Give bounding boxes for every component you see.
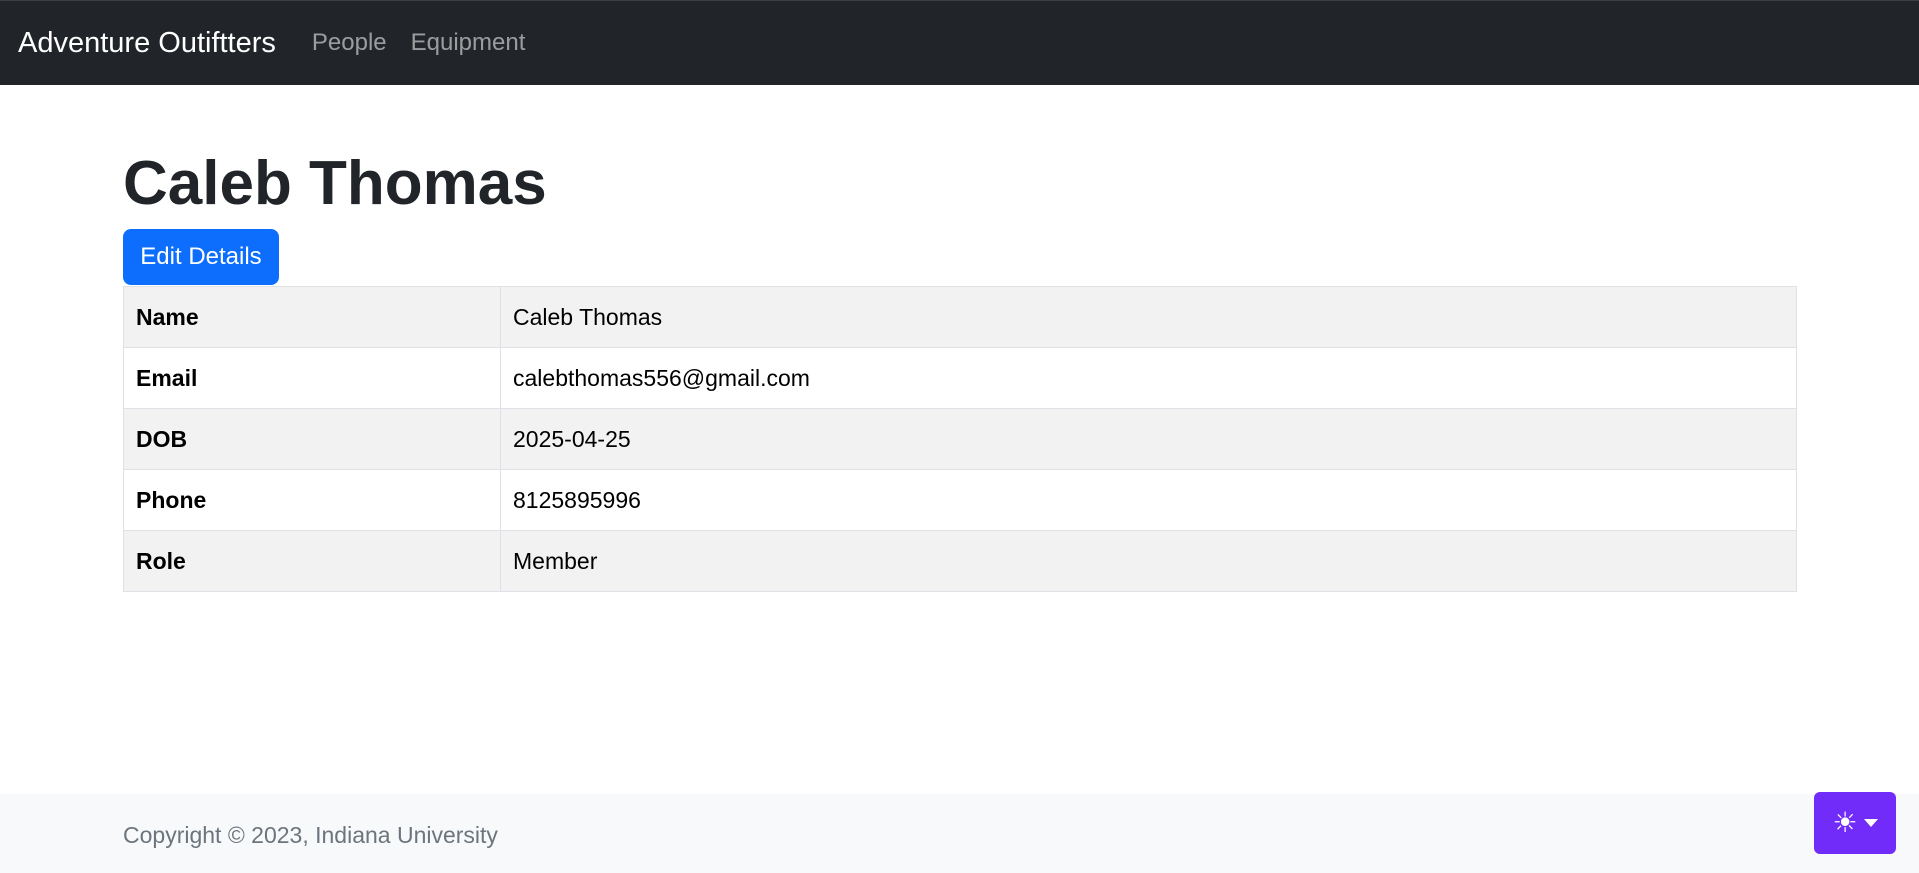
copyright-text: Copyright © 2023, Indiana University xyxy=(123,822,498,848)
navbar: Adventure Outiftters People Equipment xyxy=(0,0,1919,85)
main-content: Caleb Thomas Edit Details Name Caleb Tho… xyxy=(123,146,1797,592)
sun-icon: ☀ xyxy=(1832,807,1858,838)
table-row: DOB 2025-04-25 xyxy=(123,408,1797,470)
details-table: Name Caleb Thomas Email calebthomas556@g… xyxy=(123,286,1797,592)
row-value-email: calebthomas556@gmail.com xyxy=(500,347,1797,409)
row-label-dob: DOB xyxy=(123,408,501,470)
table-row: Phone 8125895996 xyxy=(123,469,1797,531)
row-label-role: Role xyxy=(123,530,501,592)
row-value-name: Caleb Thomas xyxy=(500,286,1797,348)
row-value-phone: 8125895996 xyxy=(500,469,1797,531)
table-row: Email calebthomas556@gmail.com xyxy=(123,347,1797,409)
row-value-dob: 2025-04-25 xyxy=(500,408,1797,470)
chevron-down-icon xyxy=(1863,819,1878,827)
table-row: Role Member xyxy=(123,530,1797,592)
row-value-role: Member xyxy=(500,530,1797,592)
nav-link-people[interactable]: People xyxy=(312,29,387,57)
brand-link[interactable]: Adventure Outiftters xyxy=(18,27,276,60)
row-label-email: Email xyxy=(123,347,501,409)
footer: Copyright © 2023, Indiana University xyxy=(0,794,1919,873)
row-label-phone: Phone xyxy=(123,469,501,531)
row-label-name: Name xyxy=(123,286,501,348)
page-title: Caleb Thomas xyxy=(123,149,547,218)
nav-link-equipment[interactable]: Equipment xyxy=(411,29,526,57)
theme-toggle-button[interactable]: ☀ xyxy=(1814,792,1896,854)
table-row: Name Caleb Thomas xyxy=(123,286,1797,348)
edit-details-button[interactable]: Edit Details xyxy=(123,229,279,285)
